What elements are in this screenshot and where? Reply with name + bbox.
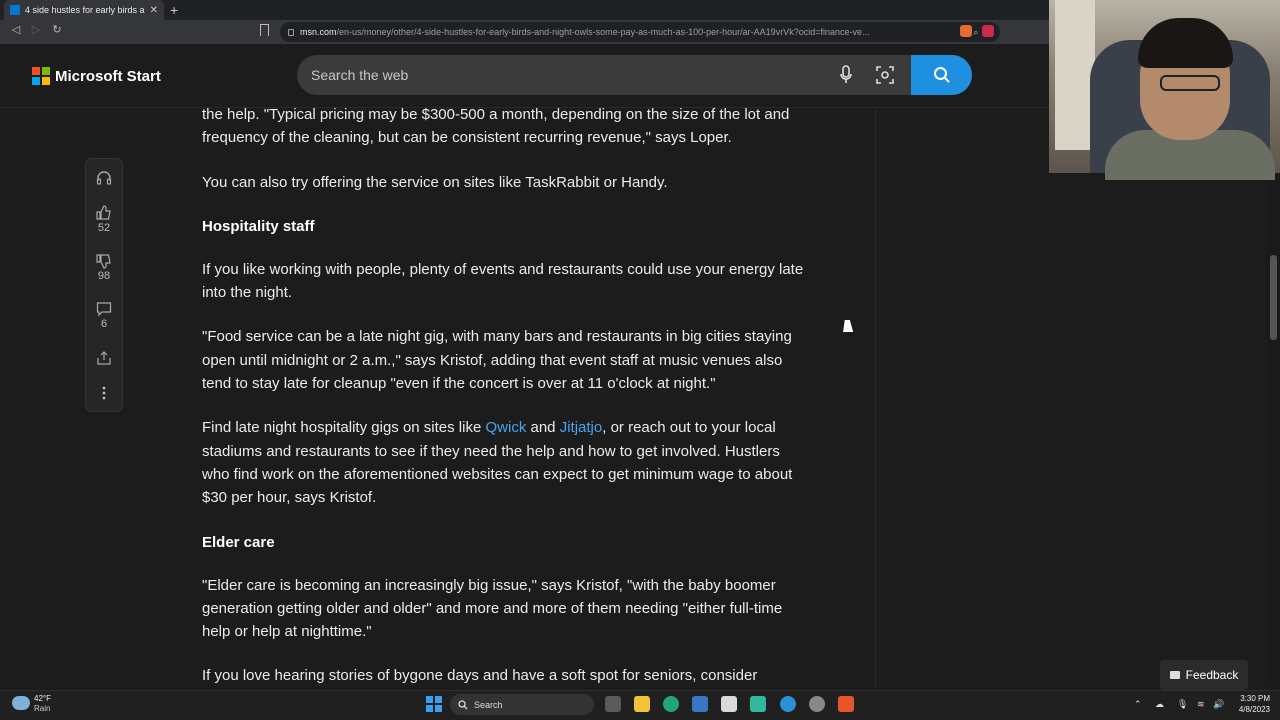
webcam-window: [1055, 0, 1095, 150]
cloud-icon[interactable]: ☁: [1155, 699, 1164, 710]
column-divider: [875, 108, 876, 688]
comment-icon[interactable]: [96, 301, 112, 317]
back-icon[interactable]: ◁: [8, 23, 24, 36]
section-heading: Hospitality staff: [202, 217, 315, 235]
tab-close-icon[interactable]: ✕: [150, 5, 158, 16]
bookmark-icon[interactable]: [260, 24, 269, 36]
microsoft-logo-icon[interactable]: [32, 67, 50, 85]
brave-shield-icon[interactable]: [960, 25, 972, 37]
search-button[interactable]: [911, 55, 972, 95]
engagement-rail: [85, 158, 123, 412]
volume-icon[interactable]: 🔊: [1213, 699, 1224, 710]
search-icon: [933, 67, 950, 83]
tab-title: 4 side hustles for early birds and: [25, 5, 145, 15]
like-count: 52: [97, 222, 111, 234]
visual-search-icon[interactable]: [876, 66, 894, 84]
scrollbar-thumb[interactable]: [1270, 255, 1277, 340]
mouse-cursor-icon: [843, 320, 855, 332]
feedback-label: Feedback: [1185, 668, 1239, 682]
edge-icon[interactable]: [663, 696, 679, 712]
dislike-count: 98: [97, 270, 111, 282]
url-text: msn.com/en-us/money/other/4-side-hustles…: [300, 27, 870, 37]
calculator-icon[interactable]: [692, 696, 708, 712]
article-body: the help. "Typical pricing may be $300-5…: [202, 103, 810, 709]
jitjatjo-link[interactable]: Jitjatjo: [560, 419, 603, 436]
paragraph: If you love hearing stories of bygone da…: [202, 667, 758, 685]
notepad-icon[interactable]: [750, 696, 766, 712]
search-icon: [458, 699, 468, 709]
webcam-glasses: [1160, 75, 1220, 91]
msn-favicon-icon: [10, 5, 20, 15]
weather-rain-icon[interactable]: [12, 696, 30, 710]
share-icon[interactable]: [96, 350, 112, 366]
snipping-tool-icon[interactable]: [721, 696, 737, 712]
comment-count: 6: [100, 318, 108, 330]
paragraph: "Food service can be a late night gig, w…: [202, 328, 792, 393]
feedback-button[interactable]: Feedback: [1160, 660, 1248, 690]
section-heading: Elder care: [202, 533, 275, 551]
paragraph: "Elder care is becoming an increasingly …: [202, 576, 783, 641]
paragraph: If you like working with people, plenty …: [202, 260, 804, 302]
more-options-icon[interactable]: [96, 385, 112, 401]
new-tab-button[interactable]: +: [170, 2, 178, 18]
microphone-tray-icon[interactable]: 🎙: [1177, 699, 1188, 710]
weather-temp[interactable]: 42°F: [34, 694, 51, 703]
settings-gear-icon[interactable]: [809, 696, 825, 712]
browser-app-icon[interactable]: [780, 696, 796, 712]
paragraph: You can also try offering the service on…: [202, 173, 668, 191]
wifi-icon[interactable]: ≋: [1197, 699, 1205, 710]
forward-icon[interactable]: ▷: [28, 23, 44, 36]
start-windows-icon[interactable]: [426, 696, 442, 712]
paragraph: Find late night hospitality gigs on site…: [202, 419, 793, 507]
weather-condition[interactable]: Rain: [34, 704, 50, 713]
qwick-link[interactable]: Qwick: [485, 419, 526, 436]
feedback-icon: [1169, 671, 1180, 679]
brand-name[interactable]: Microsoft Start: [55, 68, 161, 85]
like-icon[interactable]: [96, 205, 112, 221]
dislike-icon[interactable]: [96, 253, 112, 269]
taskbar-search[interactable]: Search: [450, 694, 594, 715]
file-explorer-icon[interactable]: [634, 696, 650, 712]
clock-time[interactable]: 3:30 PM: [1230, 694, 1270, 703]
zoom-icon[interactable]: ⌕: [973, 27, 978, 38]
task-view-icon[interactable]: [605, 696, 621, 712]
address-bar[interactable]: msn.com/en-us/money/other/4-side-hustles…: [280, 22, 1000, 42]
tray-overflow-icon[interactable]: ⌃: [1134, 699, 1142, 710]
microphone-icon[interactable]: [839, 65, 853, 85]
lock-icon: [288, 28, 294, 36]
search-input[interactable]: Search the web: [311, 67, 408, 83]
brave-rewards-icon[interactable]: [982, 25, 994, 37]
reload-icon[interactable]: ↻: [49, 23, 65, 36]
paragraph: the help. "Typical pricing may be $300-5…: [202, 106, 790, 147]
brave-browser-icon[interactable]: [838, 696, 854, 712]
browser-tab[interactable]: 4 side hustles for early birds and ✕: [4, 0, 164, 20]
scroll-track[interactable]: [1266, 175, 1280, 687]
clock-date[interactable]: 4/8/2023: [1230, 705, 1270, 714]
listen-headphones-icon[interactable]: [96, 170, 112, 186]
